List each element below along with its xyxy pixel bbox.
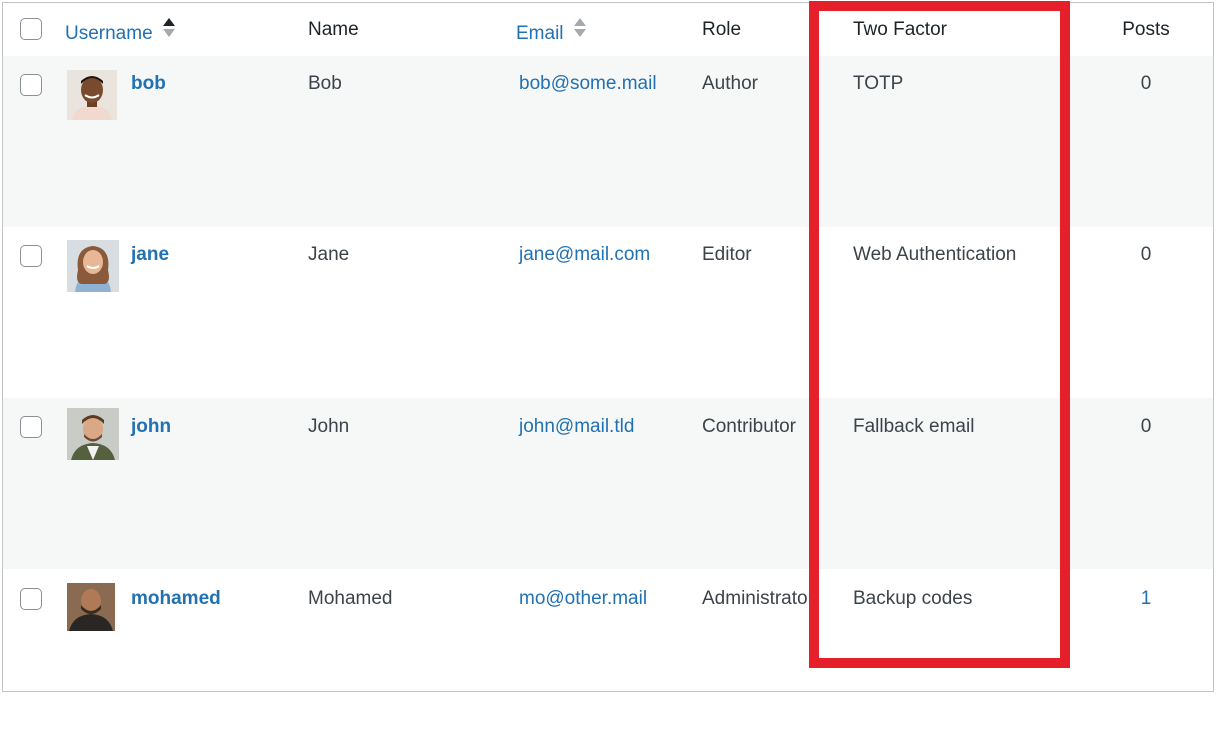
column-header-email-label: Email: [516, 23, 564, 44]
user-name: Bob: [308, 73, 342, 94]
user-role: Administrator: [702, 588, 814, 609]
email-link[interactable]: jane@mail.com: [519, 243, 650, 267]
row-checkbox[interactable]: [20, 416, 42, 438]
username-link[interactable]: jane: [131, 243, 169, 267]
email-link[interactable]: bob@some.mail: [519, 72, 657, 96]
two-factor-method: Backup codes: [853, 588, 973, 609]
column-header-two-factor: Two Factor: [853, 19, 947, 40]
user-role: Contributor: [702, 416, 796, 437]
user-role: Editor: [702, 244, 752, 265]
two-factor-method: Fallback email: [853, 416, 975, 437]
table-row: bob Bob bob@some.mail Author TOTP 0: [3, 56, 1213, 227]
two-factor-method: TOTP: [853, 73, 904, 94]
row-checkbox[interactable]: [20, 245, 42, 267]
select-all-checkbox[interactable]: [20, 18, 42, 40]
table-row: jane Jane jane@mail.com Editor Web Authe…: [3, 227, 1213, 398]
column-header-username-label: Username: [65, 23, 153, 44]
column-header-email[interactable]: Email: [516, 18, 586, 46]
avatar: [67, 408, 119, 460]
column-header-username[interactable]: Username: [65, 18, 175, 46]
post-count: 0: [1140, 416, 1152, 437]
user-role: Author: [702, 73, 758, 94]
username-link[interactable]: john: [131, 415, 171, 439]
two-factor-method: Web Authentication: [853, 244, 1017, 265]
user-name: John: [308, 416, 350, 437]
table-row: mohamed Mohamed mo@other.mail Administra…: [3, 569, 1213, 740]
column-header-role: Role: [702, 19, 742, 40]
column-header-posts: Posts: [1122, 19, 1170, 40]
avatar: [67, 240, 119, 292]
post-count: 0: [1140, 73, 1152, 94]
user-name: Jane: [308, 244, 350, 265]
email-link[interactable]: john@mail.tld: [519, 415, 634, 439]
row-checkbox[interactable]: [20, 588, 42, 610]
row-checkbox[interactable]: [20, 74, 42, 96]
table-header: Username Name Email Role Two Factor Post…: [3, 3, 1213, 57]
table-row: john John john@mail.tld Contributor Fall…: [3, 398, 1213, 569]
column-header-name: Name: [308, 19, 359, 40]
avatar: [67, 583, 115, 631]
post-count: 0: [1140, 244, 1152, 265]
username-link[interactable]: bob: [131, 72, 166, 96]
avatar: [67, 70, 117, 120]
post-count-link[interactable]: 1: [1103, 587, 1189, 611]
users-table: Username Name Email Role Two Factor Post…: [2, 2, 1214, 692]
email-link[interactable]: mo@other.mail: [519, 587, 647, 611]
sort-ascending-icon[interactable]: [162, 18, 175, 40]
sort-neutral-icon[interactable]: [573, 18, 586, 40]
username-link[interactable]: mohamed: [131, 587, 221, 611]
user-name: Mohamed: [308, 588, 393, 609]
